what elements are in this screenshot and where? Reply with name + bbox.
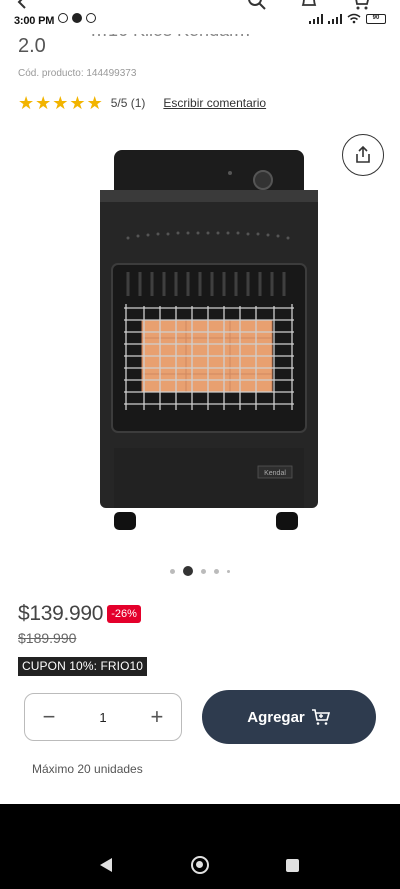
carousel-dot[interactable] [227, 569, 230, 573]
product-image[interactable]: Kendal [98, 148, 320, 536]
carousel-dot[interactable] [214, 568, 219, 574]
nav-back-icon[interactable] [100, 858, 112, 872]
search-icon[interactable] [246, 0, 268, 12]
product-title: 2.0 [18, 35, 46, 57]
battery-icon: 90 [366, 13, 386, 24]
sync-icon [72, 13, 82, 23]
write-review-link[interactable]: Escribir comentario [163, 96, 266, 110]
gear-icon [86, 13, 96, 23]
alarm-icon [58, 13, 68, 23]
rating-text: 5/5 (1) [110, 96, 146, 110]
decrease-quantity-button[interactable]: − [39, 706, 59, 728]
star-icon: ★ [86, 93, 103, 113]
discount-badge: -26% [107, 605, 141, 623]
header-actions [246, 0, 400, 12]
image-carousel-dots[interactable] [0, 566, 400, 576]
price-row: $139.990 -26% [18, 602, 141, 626]
system-navigation-bar [0, 804, 400, 889]
old-price: $189.990 [18, 630, 77, 646]
status-notification-icons [58, 13, 96, 23]
coupon-badge: CUPON 10%: FRIO10 [18, 657, 148, 676]
share-button[interactable] [342, 134, 384, 176]
signal-icon [328, 13, 342, 24]
cart-icon[interactable] [350, 0, 372, 12]
star-icon: ★ [35, 93, 52, 113]
back-arrow-icon[interactable] [16, 0, 34, 10]
carousel-dot[interactable] [170, 568, 175, 574]
cart-add-icon [311, 709, 330, 725]
quantity-value[interactable]: 1 [99, 710, 106, 725]
status-time: 3:00 PM [14, 15, 55, 27]
share-icon [356, 145, 370, 163]
nav-recents-icon[interactable] [286, 859, 299, 872]
brand-label: Kendal [264, 470, 286, 477]
increase-quantity-button[interactable]: + [147, 706, 167, 728]
star-icon: ★ [52, 93, 69, 113]
max-units-note: Máximo 20 unidades [32, 762, 143, 776]
rating-stars: ★ ★ ★ ★ ★ [18, 94, 103, 112]
add-to-cart-button[interactable]: Agregar [202, 690, 376, 744]
nav-home-icon[interactable] [191, 856, 209, 874]
product-sku: Cód. producto: 144499373 [18, 68, 137, 79]
wifi-icon [347, 13, 361, 24]
star-icon: ★ [69, 93, 86, 113]
status-right-icons: 90 [309, 13, 386, 24]
carousel-dot[interactable] [201, 568, 206, 574]
current-price: $139.990 [18, 602, 104, 625]
rating-row: ★ ★ ★ ★ ★ 5/5 (1) Escribir comentario [18, 94, 266, 112]
notification-icon[interactable] [298, 0, 320, 12]
status-bar: 3:00 PM 90 [0, 0, 400, 34]
quantity-stepper: − 1 + [24, 693, 182, 741]
add-to-cart-label: Agregar [247, 708, 305, 726]
signal-icon [309, 13, 323, 24]
carousel-dot-active[interactable] [183, 566, 193, 576]
star-icon: ★ [18, 93, 35, 113]
